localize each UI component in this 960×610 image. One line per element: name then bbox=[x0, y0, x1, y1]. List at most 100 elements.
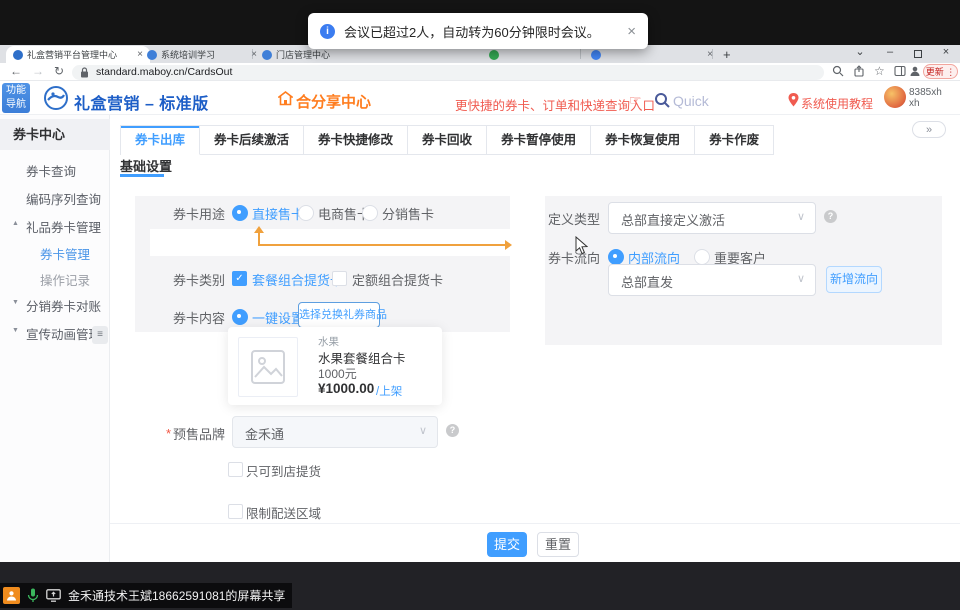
sidebar-item-card-mgmt[interactable]: 券卡管理 bbox=[40, 244, 90, 263]
user-avatar[interactable] bbox=[884, 86, 906, 108]
browser-update-button[interactable]: 更新 ⋮ bbox=[923, 64, 958, 79]
subtab-basic-settings[interactable]: 基础设置 bbox=[120, 156, 172, 175]
radio-ecommerce-sale[interactable] bbox=[298, 205, 314, 221]
tab-card-void[interactable]: 券卡作废 bbox=[695, 126, 773, 155]
tab-card-resume[interactable]: 券卡恢复使用 bbox=[591, 126, 695, 155]
tab-favicon bbox=[489, 50, 499, 60]
radio-one-click-setup[interactable] bbox=[232, 309, 248, 325]
radio-direct-sale[interactable] bbox=[232, 205, 248, 221]
product-status-link[interactable]: /上架 bbox=[376, 383, 402, 399]
app-title: 礼盒营销 – 标准版 bbox=[74, 90, 209, 114]
toast-message: 会议已超过2人，自动转为60分钟限时会议。 bbox=[344, 22, 618, 41]
radio-direct-sale-label[interactable]: 直接售卡 bbox=[252, 204, 304, 223]
window-menu-icon[interactable]: ⌄ bbox=[850, 45, 870, 61]
zoom-icon[interactable] bbox=[832, 65, 844, 77]
browser-tab-training[interactable]: 系统培训学习 × bbox=[140, 46, 264, 63]
tab-card-quick-edit[interactable]: 券卡快捷修改 bbox=[304, 126, 408, 155]
quick-link[interactable]: Quick bbox=[673, 93, 709, 109]
annotation-eraser-band bbox=[150, 229, 522, 256]
brand-label: 预售品牌 bbox=[150, 424, 225, 443]
checkbox-fixed-card[interactable] bbox=[332, 271, 347, 286]
share-center-link[interactable]: 合分享中心 bbox=[296, 91, 371, 112]
tab-card-pause[interactable]: 券卡暂停使用 bbox=[487, 126, 591, 155]
info-icon: i bbox=[320, 24, 335, 39]
window-minimize-icon[interactable]: – bbox=[880, 45, 900, 61]
checkbox-limit-region-label[interactable]: 限制配送区域 bbox=[246, 503, 321, 522]
profile-icon[interactable] bbox=[909, 65, 921, 77]
radio-one-click-setup-label[interactable]: 一键设置 bbox=[252, 308, 304, 327]
screen-share-text: 金禾通技术王斌18662591081的屏幕共享 bbox=[68, 587, 285, 604]
participant-icon bbox=[3, 587, 20, 604]
chevron-down-icon: ∨ bbox=[797, 272, 805, 285]
footer-divider bbox=[110, 523, 960, 524]
sidebar-item-distribution[interactable]: 分销券卡对账 bbox=[26, 296, 101, 315]
caret-down-icon: ▼ bbox=[12, 299, 19, 306]
tab-title: 系统培训学习 bbox=[161, 48, 245, 61]
product-image-placeholder bbox=[238, 337, 298, 397]
checkbox-store-pickup-label[interactable]: 只可到店提货 bbox=[246, 461, 321, 480]
sidebar-item-gift-card-mgmt[interactable]: 礼品券卡管理 bbox=[26, 217, 101, 236]
checkbox-fixed-card-label[interactable]: 定额组合提货卡 bbox=[352, 270, 443, 289]
brand-help-icon[interactable]: ? bbox=[446, 424, 459, 437]
back-icon[interactable]: ← bbox=[10, 64, 22, 78]
side-panel-icon[interactable] bbox=[894, 65, 906, 77]
caret-down-icon: ▼ bbox=[12, 327, 19, 334]
sidebar-item-op-log[interactable]: 操作记录 bbox=[40, 270, 90, 289]
function-nav-toggle[interactable]: 功能导航 bbox=[2, 83, 30, 113]
annotation-arrowhead-up bbox=[254, 226, 264, 233]
forward-icon[interactable]: → bbox=[32, 64, 44, 78]
lock-icon bbox=[80, 67, 89, 78]
promo-text: 更快捷的券卡、订单和快递查询入口 bbox=[455, 95, 655, 114]
tab-title: 礼盒营销平台管理中心 bbox=[27, 48, 131, 61]
microphone-icon bbox=[27, 588, 39, 603]
product-card: 水果 水果套餐组合卡 1000元 ¥1000.00 /上架 bbox=[228, 327, 442, 405]
add-flow-button[interactable]: 新增流向 bbox=[826, 266, 882, 293]
subtab-underline bbox=[120, 174, 164, 177]
tab-favicon bbox=[262, 50, 272, 60]
bookmark-star-icon[interactable]: ☆ bbox=[874, 64, 885, 78]
tab-card-outbound[interactable]: 券卡出库 bbox=[121, 126, 200, 155]
radio-distribution-sale[interactable] bbox=[362, 205, 378, 221]
tutorial-link[interactable]: 系统使用教程 bbox=[801, 95, 873, 112]
tab-card-activate[interactable]: 券卡后续激活 bbox=[200, 126, 304, 155]
checkbox-combo-card-label[interactable]: 套餐组合提货卡 bbox=[252, 270, 343, 289]
category-label: 券卡类别 bbox=[150, 270, 225, 289]
content-label: 券卡内容 bbox=[150, 308, 225, 327]
brand-select[interactable]: 金禾通 ∨ bbox=[232, 416, 438, 448]
reload-icon[interactable]: ↻ bbox=[54, 64, 64, 78]
sidebar-item-animation[interactable]: 宣传动画管理 bbox=[26, 324, 101, 343]
radio-distribution-sale-label[interactable]: 分销售卡 bbox=[382, 204, 434, 223]
screen-share-pill: 金禾通技术王斌18662591081的屏幕共享 bbox=[0, 583, 292, 608]
window-close-icon[interactable]: × bbox=[936, 45, 956, 61]
tab-separator bbox=[712, 49, 713, 59]
checkbox-limit-region[interactable] bbox=[228, 504, 243, 519]
define-type-label: 定义类型 bbox=[540, 209, 600, 228]
mouse-cursor bbox=[575, 236, 588, 255]
toast-close-icon[interactable]: × bbox=[627, 24, 636, 39]
checkbox-store-pickup[interactable] bbox=[228, 462, 243, 477]
checkbox-combo-card[interactable]: ✓ bbox=[232, 271, 247, 286]
new-tab-button[interactable]: + bbox=[716, 46, 746, 63]
tab-card-recycle[interactable]: 券卡回收 bbox=[408, 126, 487, 155]
app-logo-icon bbox=[44, 86, 68, 110]
sidebar-item-code-query[interactable]: 编码序列查询 bbox=[26, 189, 101, 208]
flow-select[interactable]: 总部直发 ∨ bbox=[608, 264, 816, 296]
pointing-finger-icon: ☞ bbox=[629, 92, 642, 109]
browser-tab-main[interactable]: 礼盒营销平台管理中心 × bbox=[6, 46, 150, 63]
submit-button[interactable]: 提交 bbox=[487, 532, 527, 557]
reset-button[interactable]: 重置 bbox=[537, 532, 579, 557]
chevron-down-icon: ∨ bbox=[797, 210, 805, 223]
share-icon[interactable] bbox=[853, 65, 865, 77]
choose-goods-button[interactable]: 选择兑换礼券商品 bbox=[298, 302, 380, 328]
define-type-select[interactable]: 总部直接定义激活 ∨ bbox=[608, 202, 816, 234]
define-type-help-icon[interactable]: ? bbox=[824, 210, 837, 223]
collapse-panel-button[interactable]: » bbox=[912, 121, 946, 138]
radio-vip-customer[interactable] bbox=[694, 249, 710, 265]
radio-internal-flow[interactable] bbox=[608, 249, 624, 265]
sidebar-collapse-handle[interactable]: ≡ bbox=[92, 326, 108, 344]
window-restore-icon[interactable] bbox=[914, 50, 922, 58]
usage-label: 券卡用途 bbox=[150, 204, 225, 223]
quick-search-icon[interactable] bbox=[654, 92, 670, 108]
sidebar-item-card-query[interactable]: 券卡查询 bbox=[26, 161, 76, 180]
annotation-arrowhead-right bbox=[505, 240, 512, 250]
